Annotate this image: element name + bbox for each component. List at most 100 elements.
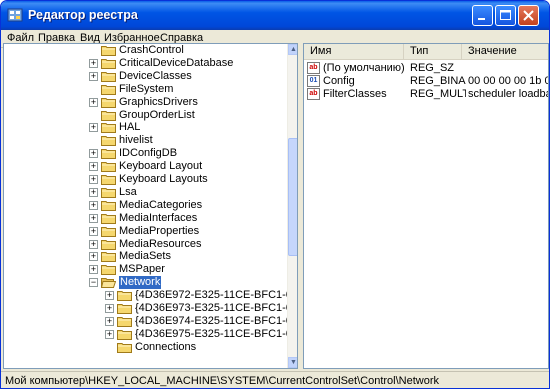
tree-node[interactable]: + IDConfigDB bbox=[4, 147, 287, 160]
tree-node[interactable]: + MediaProperties bbox=[4, 225, 287, 238]
column-name-header[interactable]: Имя bbox=[304, 44, 404, 60]
registry-editor-icon bbox=[7, 8, 23, 22]
tree-node[interactable]: + Lsa bbox=[4, 186, 287, 199]
expand-icon[interactable]: + bbox=[105, 316, 114, 326]
tree-node[interactable]: + GraphicsDrivers bbox=[4, 96, 287, 109]
tree-node-label: MediaSets bbox=[119, 250, 171, 263]
expand-icon[interactable]: + bbox=[89, 213, 98, 223]
status-bar: Мой компьютер\HKEY_LOCAL_MACHINE\SYSTEM\… bbox=[1, 371, 549, 388]
tree-node-label: FileSystem bbox=[119, 82, 174, 95]
value-name: Config bbox=[323, 75, 355, 87]
tree-node-label: GroupOrderList bbox=[119, 108, 195, 121]
tree-node[interactable]: hivelist bbox=[4, 134, 287, 147]
expand-icon[interactable]: + bbox=[89, 71, 98, 81]
expand-icon[interactable]: + bbox=[89, 239, 98, 249]
expand-icon[interactable]: + bbox=[89, 162, 98, 172]
folder-icon bbox=[101, 226, 116, 237]
tree-node[interactable]: + MSPaper bbox=[4, 263, 287, 276]
tree-vertical-scrollbar[interactable]: ▲ ▼ bbox=[287, 44, 297, 368]
collapse-icon[interactable]: − bbox=[89, 278, 98, 288]
tree-node[interactable]: CrashControl bbox=[4, 44, 287, 57]
tree-node[interactable]: + MediaInterfaces bbox=[4, 212, 287, 225]
tree-node[interactable]: + {4D36E973-E325-11CE-BFC1-08002BE1 bbox=[4, 302, 297, 315]
tree-node-label: GraphicsDrivers bbox=[119, 95, 198, 108]
minimize-button[interactable] bbox=[472, 5, 493, 26]
expand-icon[interactable]: + bbox=[89, 200, 98, 210]
value-row[interactable]: abFilterClasses REG_MULT...scheduler load… bbox=[304, 88, 548, 101]
tree-node-label: CriticalDeviceDatabase bbox=[119, 56, 234, 69]
scroll-down-button[interactable]: ▼ bbox=[288, 357, 297, 368]
tree-node[interactable]: + {4D36E974-E325-11CE-BFC1-08002BE1 bbox=[4, 315, 297, 328]
maximize-icon bbox=[500, 10, 511, 20]
expand-icon[interactable]: + bbox=[105, 329, 114, 339]
expand-icon[interactable]: + bbox=[89, 252, 98, 262]
tree-node[interactable]: + Keyboard Layouts bbox=[4, 173, 287, 186]
expand-icon[interactable]: + bbox=[89, 97, 98, 107]
folder-icon bbox=[117, 291, 132, 302]
close-button[interactable] bbox=[518, 5, 539, 26]
tree-node[interactable]: Connections bbox=[4, 341, 287, 354]
tree-node[interactable]: + Keyboard Layout bbox=[4, 160, 287, 173]
tree-node-label: {4D36E975-E325-11CE-BFC1-08002BE1 bbox=[135, 327, 297, 340]
minimize-icon bbox=[478, 18, 485, 20]
tree-node-label: HAL bbox=[119, 121, 141, 134]
expand-icon[interactable]: + bbox=[89, 175, 98, 184]
tree-node-label: Lsa bbox=[119, 185, 137, 198]
value-row[interactable]: ab (По умолчанию) REG_SZ bbox=[304, 62, 548, 75]
value-type: REG_BINARY bbox=[410, 75, 466, 87]
scroll-thumb[interactable] bbox=[288, 138, 297, 256]
tree-node[interactable]: GroupOrderList bbox=[4, 109, 287, 122]
values-list[interactable]: Имя Тип Значение ab (По умолчанию) REG_SZ 0… bbox=[303, 43, 549, 369]
expand-icon[interactable]: + bbox=[105, 304, 114, 313]
scroll-up-button[interactable]: ▲ bbox=[288, 44, 297, 55]
expand-icon[interactable]: + bbox=[89, 265, 98, 275]
folder-icon bbox=[101, 97, 116, 108]
tree-node[interactable]: + CriticalDeviceDatabase bbox=[4, 57, 287, 70]
tree-node[interactable]: FileSystem bbox=[4, 83, 287, 96]
folder-icon bbox=[101, 200, 116, 211]
string-value-icon: ab bbox=[307, 88, 320, 100]
title-bar[interactable]: Редактор реестра bbox=[1, 1, 549, 30]
tree-node-label: Keyboard Layout bbox=[119, 160, 203, 173]
expand-icon[interactable]: + bbox=[89, 149, 98, 159]
expand-icon[interactable]: + bbox=[89, 226, 98, 236]
folder-icon bbox=[101, 239, 116, 250]
expand-icon[interactable]: + bbox=[89, 58, 98, 68]
value-data: 00 00 00 00 1b 00 0 bbox=[468, 75, 548, 87]
folder-icon bbox=[101, 71, 116, 82]
tree-node-label: Keyboard Layouts bbox=[119, 173, 208, 185]
tree-node-label: MediaInterfaces bbox=[119, 211, 198, 224]
tree-node[interactable]: + {4D36E972-E325-11CE-BFC1-08002BE1 bbox=[4, 289, 297, 302]
status-path: Мой компьютер\HKEY_LOCAL_MACHINE\SYSTEM\… bbox=[5, 375, 440, 387]
folder-icon bbox=[101, 58, 116, 69]
binary-value-icon: 01 bbox=[307, 75, 320, 87]
tree-node-label: hivelist bbox=[119, 134, 153, 147]
tree-node[interactable]: + MediaResources bbox=[4, 238, 287, 251]
tree-node[interactable]: + {4D36E975-E325-11CE-BFC1-08002BE1 bbox=[4, 328, 297, 341]
folder-icon bbox=[101, 187, 116, 198]
expand-icon[interactable]: + bbox=[105, 291, 114, 301]
tree-node-label: DeviceClasses bbox=[119, 69, 192, 82]
value-type: REG_MULT... bbox=[410, 88, 466, 100]
expand-icon[interactable]: + bbox=[89, 187, 98, 197]
string-value-icon: ab bbox=[307, 62, 320, 74]
column-type-header[interactable]: Тип bbox=[404, 44, 462, 60]
column-value-header[interactable]: Значение bbox=[462, 44, 548, 60]
folder-icon bbox=[101, 123, 116, 134]
maximize-button[interactable] bbox=[495, 5, 516, 26]
tree-node[interactable]: + HAL bbox=[4, 121, 287, 134]
value-row[interactable]: 01Config REG_BINARY00 00 00 00 1b 00 0 bbox=[304, 75, 548, 88]
folder-icon bbox=[117, 342, 132, 353]
tree-node[interactable]: + MediaSets bbox=[4, 250, 287, 263]
value-data: scheduler loadbalan bbox=[468, 88, 548, 100]
tree-node[interactable]: + MediaCategories bbox=[4, 199, 287, 212]
folder-icon bbox=[117, 304, 132, 314]
folder-icon bbox=[101, 265, 116, 276]
registry-tree[interactable]: CrashControl + CriticalDeviceDatabase + Devi… bbox=[3, 43, 298, 369]
tree-node[interactable]: + DeviceClasses bbox=[4, 70, 287, 83]
folder-icon bbox=[101, 46, 116, 56]
expand-icon[interactable]: + bbox=[89, 123, 98, 133]
folder-icon bbox=[117, 316, 132, 327]
tree-node[interactable]: − Network bbox=[4, 276, 287, 290]
folder-icon bbox=[101, 252, 116, 263]
